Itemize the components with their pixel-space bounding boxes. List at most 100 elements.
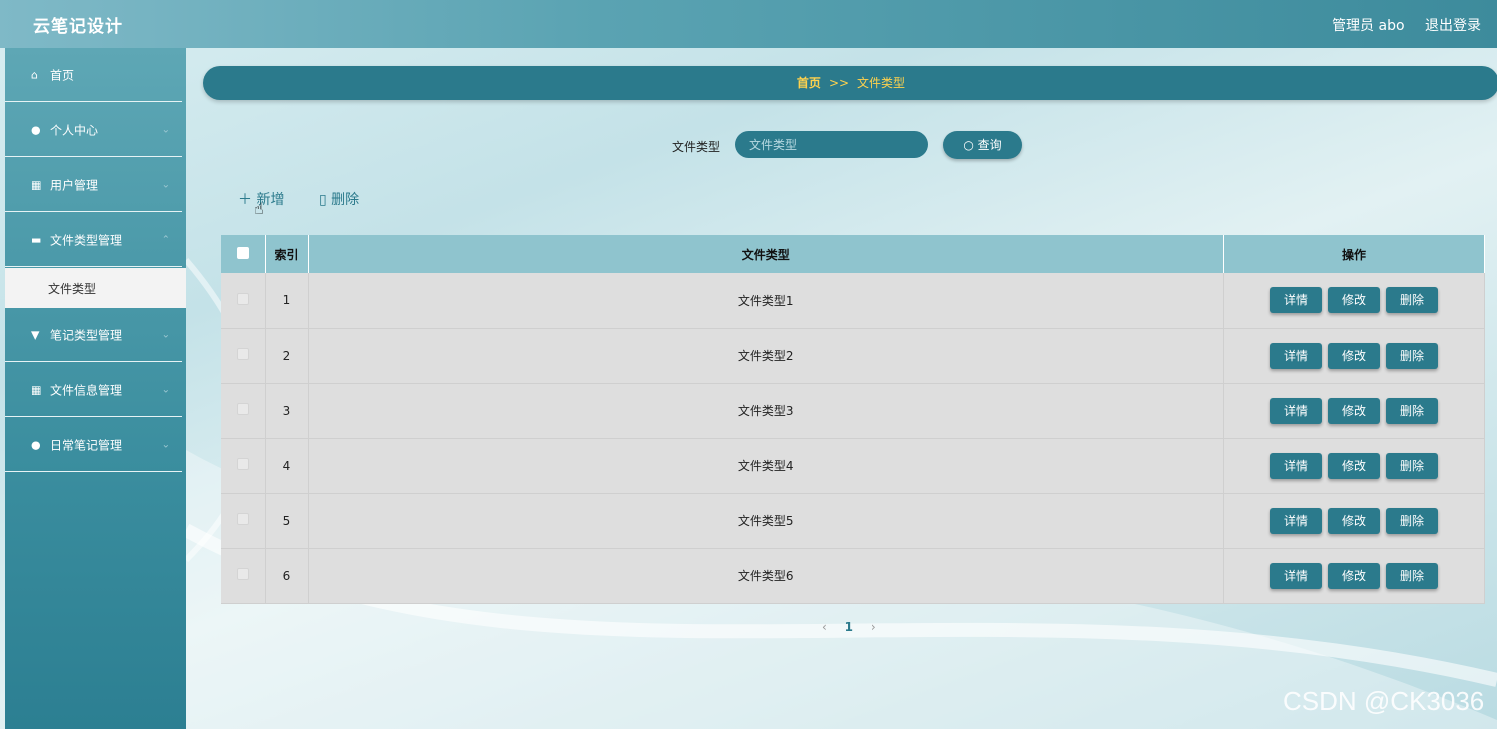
row-checkbox[interactable] (236, 292, 249, 305)
next-page-button[interactable]: › (871, 620, 876, 634)
logout-button[interactable]: 退出登录 (1425, 18, 1481, 34)
delete-button[interactable]: 删除 (1386, 342, 1438, 369)
plus-icon: ＋ (238, 192, 252, 208)
grid-icon: ▦ (31, 178, 42, 191)
sidebar-subitem-label: 文件类型 (48, 282, 97, 296)
sidebar-item-users[interactable]: ▦ 用户管理 ⌄ (5, 158, 182, 212)
sidebar-item-daily-notes[interactable]: ● 日常笔记管理 ⌄ (5, 418, 182, 472)
hand-cursor-icon: ☝ (254, 199, 264, 218)
row-type: 文件类型6 (308, 548, 1224, 604)
row-check-cell (221, 548, 266, 604)
table-row: 4 文件类型4 详情 修改 删除 (221, 438, 1485, 494)
edit-button[interactable]: 修改 (1328, 397, 1380, 424)
detail-button[interactable]: 详情 (1270, 452, 1322, 479)
header-user-area: 管理员 abo 退出登录 (1316, 15, 1481, 35)
home-icon: ⌂ (31, 68, 38, 81)
row-index: 4 (265, 438, 309, 494)
breadcrumb-current: 文件类型 (857, 76, 906, 90)
chevron-down-icon: ⌄ (161, 124, 170, 135)
pagination: ‹ 1 › (822, 620, 876, 634)
table-row: 3 文件类型3 详情 修改 删除 (221, 383, 1485, 439)
row-checkbox[interactable] (236, 568, 249, 580)
briefcase-icon: ▬ (31, 233, 42, 246)
chevron-down-icon: ⌄ (161, 179, 170, 190)
sidebar-subitem-file-type[interactable]: 文件类型 (5, 268, 186, 308)
select-all-checkbox[interactable] (236, 246, 249, 259)
breadcrumb: 首页 >> 文件类型 (203, 66, 1497, 100)
user-icon: ● (31, 123, 41, 136)
user-label[interactable]: 管理员 abo (1332, 18, 1404, 34)
file-type-table: 索引 文件类型 操作 1 文件类型1 详情 修改 删除 2 文件类型2 详情 修改 删除… (221, 235, 1485, 604)
search-button[interactable]: ○ 查询 (943, 131, 1022, 159)
delete-button[interactable]: 删除 (1386, 287, 1438, 314)
row-index: 5 (265, 493, 309, 549)
edit-button[interactable]: 修改 (1328, 287, 1380, 314)
row-ops: 详情 修改 删除 (1223, 383, 1485, 439)
edit-button[interactable]: 修改 (1328, 342, 1380, 369)
sidebar-item-file-info[interactable]: ▦ 文件信息管理 ⌄ (5, 363, 182, 417)
prev-page-button[interactable]: ‹ (822, 620, 827, 634)
detail-button[interactable]: 详情 (1270, 507, 1322, 534)
edit-button[interactable]: 修改 (1328, 562, 1380, 589)
current-page[interactable]: 1 (845, 620, 853, 634)
detail-button[interactable]: 详情 (1270, 562, 1322, 589)
table-row: 1 文件类型1 详情 修改 删除 (221, 273, 1485, 329)
row-checkbox[interactable] (236, 458, 249, 470)
table-header-row: 索引 文件类型 操作 (221, 235, 1485, 273)
search-label: 文件类型 (672, 140, 721, 154)
search-input[interactable] (735, 131, 928, 158)
sidebar-item-home[interactable]: ⌂ 首页 (5, 48, 182, 102)
delete-button[interactable]: 删除 (1386, 562, 1438, 589)
row-index: 6 (265, 548, 309, 604)
detail-button[interactable]: 详情 (1270, 397, 1322, 424)
sidebar-item-label: 个人中心 (50, 123, 99, 137)
detail-button[interactable]: 详情 (1270, 287, 1322, 314)
row-checkbox[interactable] (236, 513, 249, 525)
sidebar: ⌂ 首页 ● 个人中心 ⌄ ▦ 用户管理 ⌄ ▬ 文件类型管理 ⌃ 文件类型 ▼… (5, 48, 186, 729)
row-type: 文件类型4 (308, 438, 1224, 494)
row-check-cell (221, 328, 266, 384)
row-check-cell (221, 438, 266, 494)
row-type: 文件类型5 (308, 493, 1224, 549)
batch-delete-button[interactable]: ▯ 删除 (319, 189, 359, 209)
row-ops: 详情 修改 删除 (1223, 548, 1485, 604)
grid-icon: ▦ (31, 383, 42, 396)
chevron-down-icon: ⌄ (161, 329, 170, 340)
row-type: 文件类型1 (308, 273, 1224, 329)
chevron-down-icon: ⌄ (161, 439, 170, 450)
header-type: 文件类型 (308, 235, 1224, 273)
sidebar-item-file-types[interactable]: ▬ 文件类型管理 ⌃ (5, 213, 182, 267)
delete-button[interactable]: 删除 (1386, 507, 1438, 534)
table-row: 6 文件类型6 详情 修改 删除 (221, 548, 1485, 604)
sidebar-item-profile[interactable]: ● 个人中心 ⌄ (5, 103, 182, 157)
sidebar-item-label: 文件信息管理 (50, 383, 123, 397)
row-checkbox[interactable] (236, 348, 249, 360)
row-index: 3 (265, 383, 309, 439)
user-icon: ● (31, 438, 41, 451)
brand-title: 云笔记设计 (33, 17, 123, 37)
row-ops: 详情 修改 删除 (1223, 438, 1485, 494)
row-checkbox[interactable] (236, 403, 249, 415)
header-index: 索引 (265, 235, 309, 273)
row-type: 文件类型3 (308, 383, 1224, 439)
delete-button[interactable]: 删除 (1386, 452, 1438, 479)
sidebar-item-label: 文件类型管理 (50, 233, 123, 247)
watermark-text: CSDN @CK3036 (1283, 686, 1485, 716)
edit-button[interactable]: 修改 (1328, 507, 1380, 534)
search-icon: ○ (963, 138, 974, 152)
row-index: 2 (265, 328, 309, 384)
row-ops: 详情 修改 删除 (1223, 493, 1485, 549)
breadcrumb-home[interactable]: 首页 (797, 76, 821, 90)
sidebar-item-note-types[interactable]: ▼ 笔记类型管理 ⌄ (5, 308, 182, 362)
delete-button[interactable]: 删除 (1386, 397, 1438, 424)
sidebar-item-label: 日常笔记管理 (50, 438, 123, 452)
sidebar-item-label: 笔记类型管理 (50, 328, 123, 342)
delete-button-label: 删除 (331, 192, 360, 208)
detail-button[interactable]: 详情 (1270, 342, 1322, 369)
sidebar-item-label: 首页 (50, 68, 75, 82)
row-check-cell (221, 273, 266, 329)
search-button-label: 查询 (977, 138, 1002, 152)
edit-button[interactable]: 修改 (1328, 452, 1380, 479)
chevron-down-icon: ⌄ (161, 384, 170, 395)
sidebar-item-label: 用户管理 (50, 178, 99, 192)
